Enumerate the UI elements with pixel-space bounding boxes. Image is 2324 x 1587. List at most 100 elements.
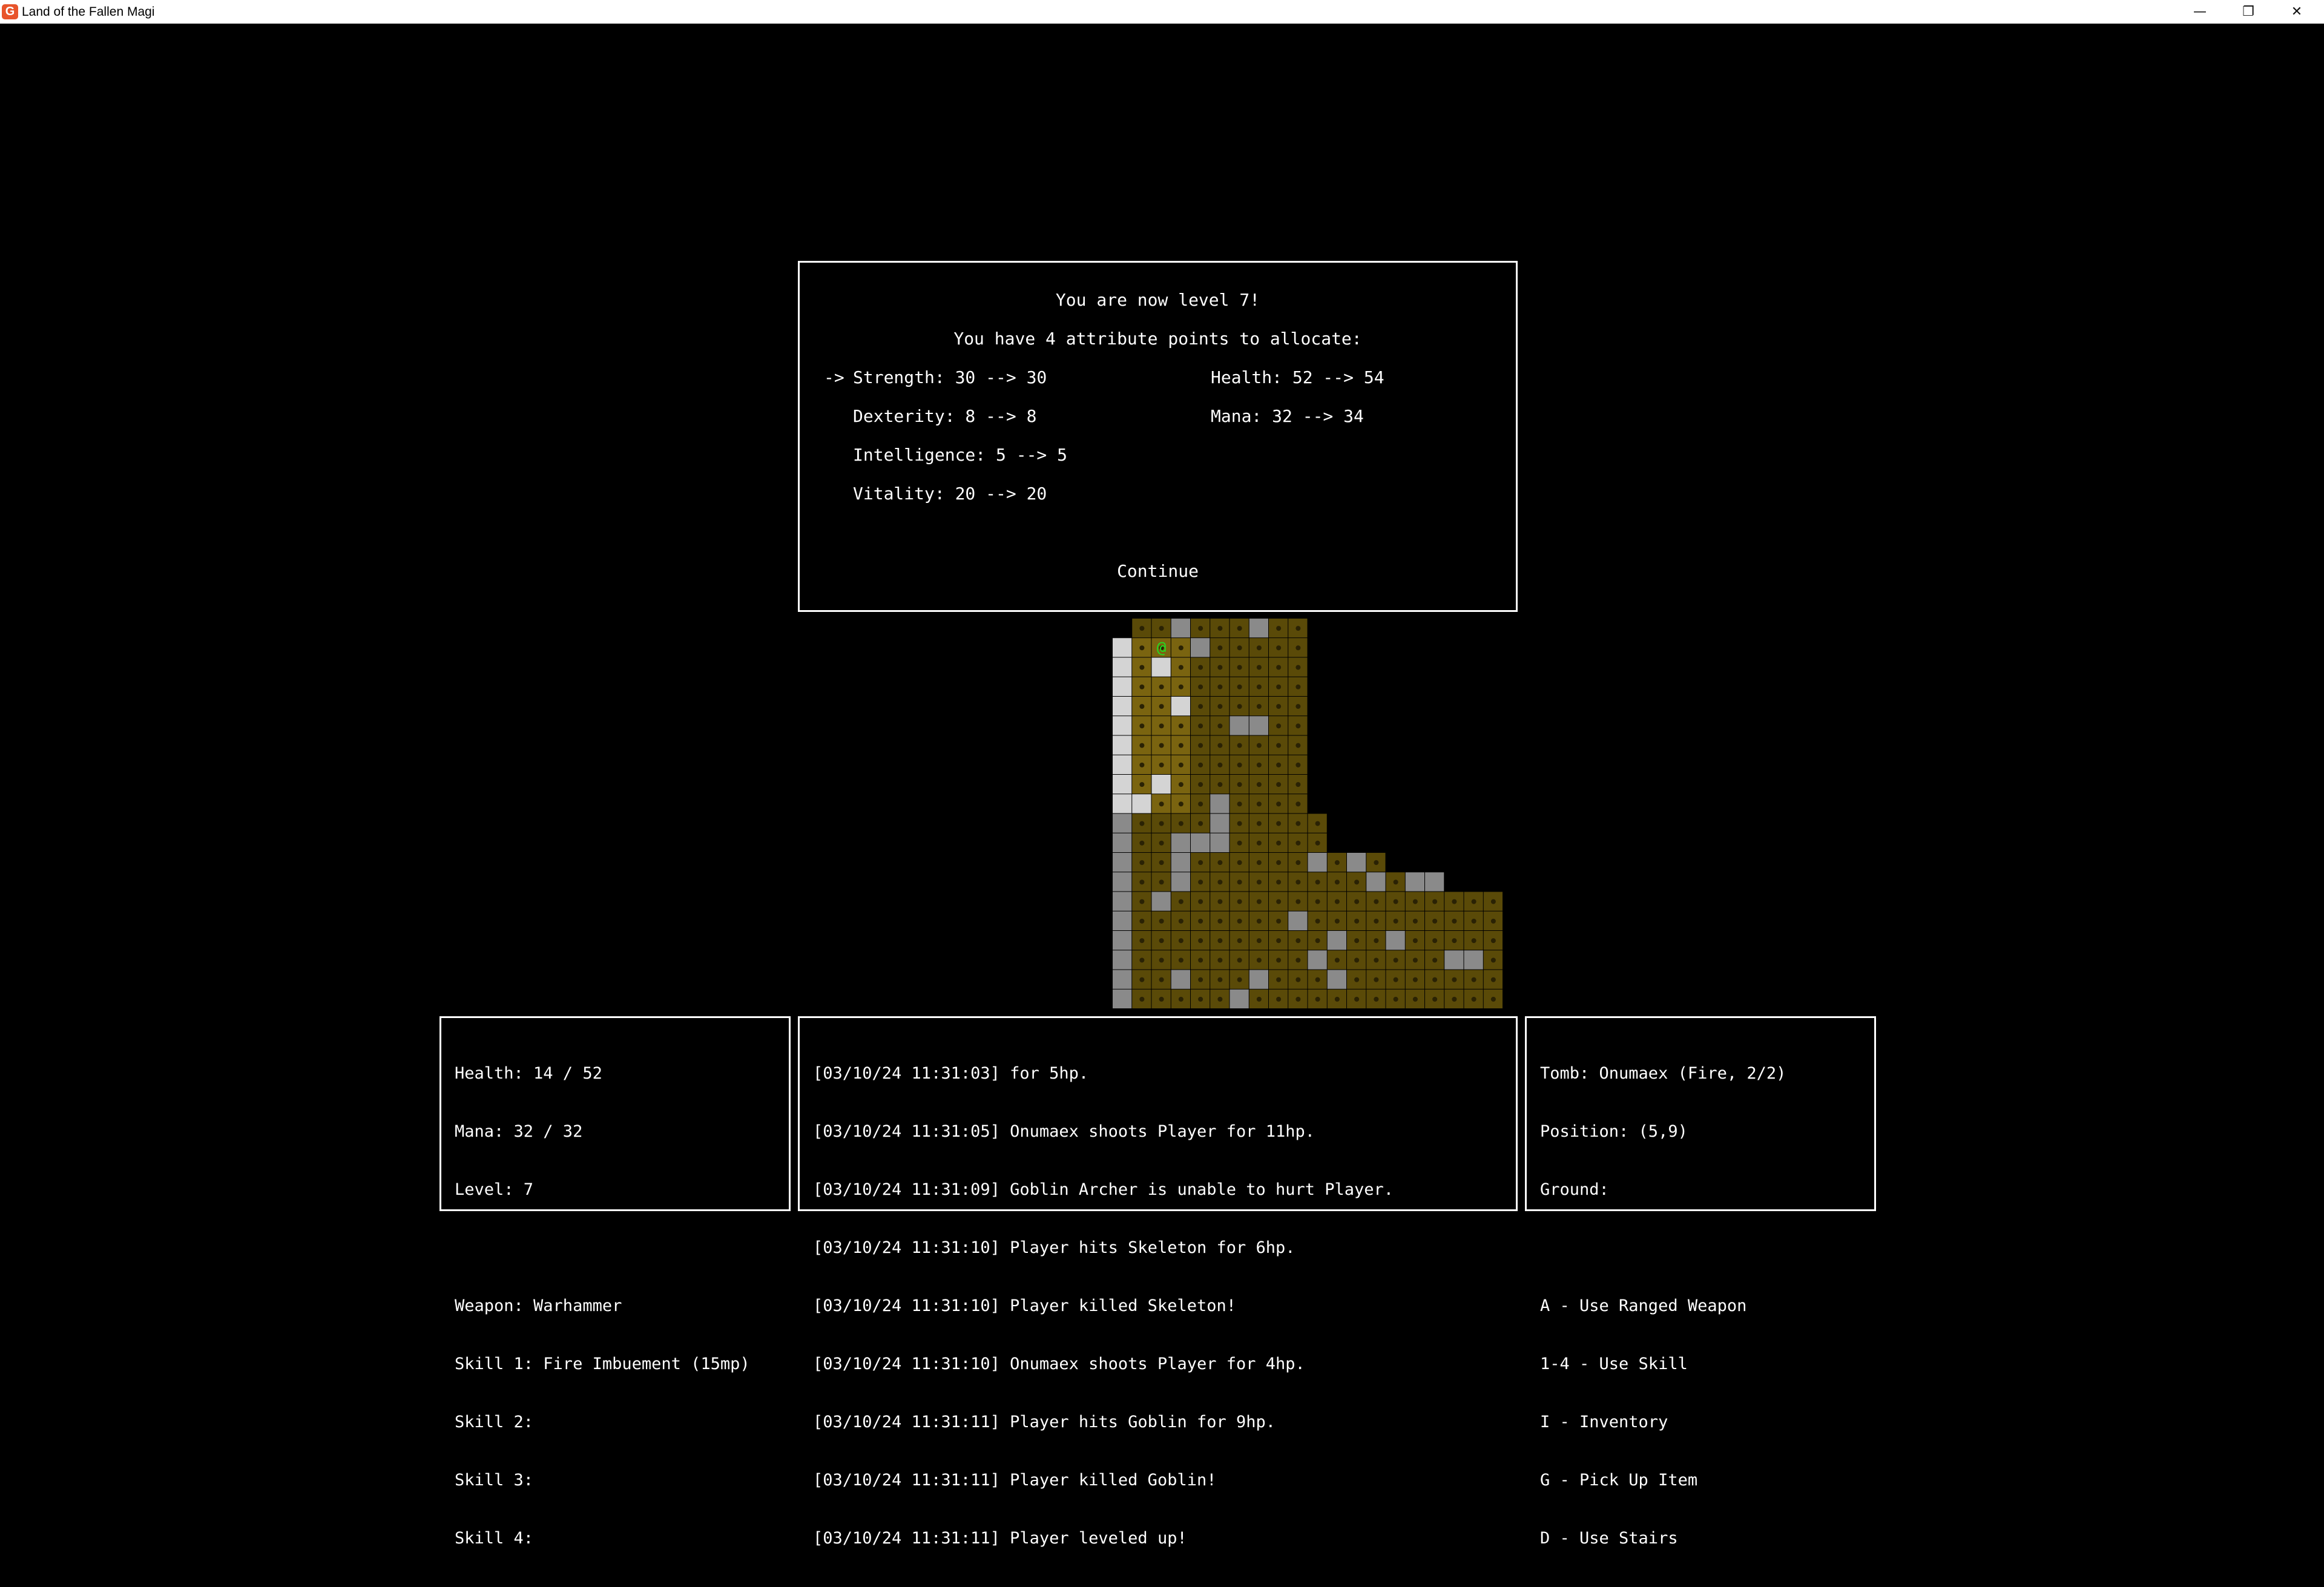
- map-floor-pattern: [1276, 626, 1282, 631]
- map-floor-pattern: [1452, 918, 1457, 924]
- map-wall-tile: [1366, 872, 1386, 892]
- map-floor-pattern: [1334, 996, 1340, 1002]
- info-panel: Tomb: Onumaex (Fire, 2/2) Position: (5,9…: [1525, 1016, 1876, 1548]
- map-wall-tile: [1249, 970, 1268, 989]
- map-wall-tile: [1151, 657, 1171, 677]
- map-floor-pattern: [1217, 684, 1223, 689]
- map-floor-pattern: [1256, 821, 1262, 826]
- level-up-heading: You are now level 7!: [1055, 290, 1260, 310]
- map-floor-pattern: [1276, 743, 1282, 748]
- map-floor-pattern: [1217, 762, 1223, 767]
- map-wall-tile: [1151, 775, 1171, 794]
- map-floor-pattern: [1256, 704, 1262, 709]
- selection-cursor: ->: [824, 367, 844, 387]
- map-floor-pattern: [1276, 958, 1282, 963]
- map-floor-pattern: [1374, 958, 1379, 963]
- map-wall-tile: [1113, 813, 1132, 833]
- map-floor-pattern: [1217, 899, 1223, 904]
- map-floor-pattern: [1139, 645, 1145, 651]
- minimize-icon[interactable]: —: [2176, 0, 2224, 24]
- map-floor-pattern: [1178, 996, 1183, 1002]
- map-floor-pattern: [1256, 840, 1262, 846]
- map-floor-pattern: [1315, 899, 1320, 904]
- log-line: [03/10/24 11:31:11] Player hits Goblin f…: [813, 1413, 1276, 1431]
- log-line: [03/10/24 11:31:11] Player leveled up!: [813, 1529, 1187, 1548]
- status-skill-3: Skill 3:: [455, 1471, 534, 1490]
- map-floor-pattern: [1237, 645, 1242, 651]
- map-floor-pattern: [1295, 704, 1301, 709]
- map-wall-tile: [1113, 950, 1132, 970]
- map-floor-pattern: [1354, 918, 1360, 924]
- map-floor-pattern: [1471, 899, 1476, 904]
- close-icon[interactable]: ✕: [2273, 0, 2321, 24]
- map-floor-pattern: [1178, 899, 1183, 904]
- map-floor-pattern: [1354, 899, 1360, 904]
- map-floor-pattern: [1217, 879, 1223, 885]
- map-floor-pattern: [1374, 899, 1379, 904]
- map-floor-pattern: [1198, 879, 1203, 885]
- map-floor-pattern: [1374, 860, 1379, 866]
- map-floor-pattern: [1198, 723, 1203, 729]
- map-floor-pattern: [1295, 801, 1301, 807]
- map-floor-pattern: [1432, 899, 1438, 904]
- map-floor-pattern: [1334, 879, 1340, 885]
- attribute-intelligence[interactable]: Intelligence: 5 --> 5: [853, 445, 1067, 465]
- map-floor-pattern: [1452, 938, 1457, 944]
- map-floor-pattern: [1198, 860, 1203, 866]
- status-spacer: [455, 1238, 750, 1258]
- map-wall-tile: [1288, 911, 1308, 930]
- level-up-dialog: You are now level 7! You have 4 attribut…: [798, 261, 1518, 612]
- map-wall-tile: [1113, 833, 1132, 852]
- map-floor-pattern: [1217, 938, 1223, 944]
- map-wall-tile: [1229, 989, 1249, 1008]
- map-floor-pattern: [1217, 996, 1223, 1002]
- map-floor-pattern: [1334, 860, 1340, 866]
- attribute-vitality[interactable]: Vitality: 20 --> 20: [853, 484, 1047, 504]
- map-floor-pattern: [1139, 879, 1145, 885]
- map-floor-pattern: [1139, 918, 1145, 924]
- attribute-dexterity[interactable]: Dexterity: 8 --> 8: [853, 406, 1036, 427]
- map-floor-pattern: [1139, 977, 1145, 982]
- map-floor-pattern: [1217, 723, 1223, 729]
- map-floor-pattern: [1198, 743, 1203, 748]
- map-floor-pattern: [1139, 899, 1145, 904]
- map-floor-pattern: [1237, 958, 1242, 963]
- map-floor-pattern: [1393, 977, 1398, 982]
- map-wall-tile: [1113, 638, 1132, 657]
- map-floor-pattern: [1217, 918, 1223, 924]
- map-floor-pattern: [1295, 723, 1301, 729]
- map-floor-pattern: [1178, 821, 1183, 826]
- map-floor-pattern: [1178, 723, 1183, 729]
- map-floor-pattern: [1198, 899, 1203, 904]
- map-floor-pattern: [1217, 860, 1223, 866]
- log-line: [03/10/24 11:31:05] Onumaex shoots Playe…: [813, 1122, 1315, 1141]
- map-floor-pattern: [1139, 938, 1145, 944]
- map-floor-pattern: [1159, 704, 1164, 709]
- control-use-stairs: D - Use Stairs: [1540, 1529, 1678, 1548]
- map-floor-pattern: [1334, 958, 1340, 963]
- map-floor-pattern: [1217, 743, 1223, 748]
- map-wall-tile: [1308, 853, 1327, 872]
- map-floor-pattern: [1139, 958, 1145, 963]
- message-log-panel: [03/10/24 11:31:03] for 5hp. [03/10/24 1…: [798, 1016, 1518, 1548]
- map-floor-pattern: [1256, 958, 1262, 963]
- map-floor-pattern: [1159, 958, 1164, 963]
- map-floor-pattern: [1237, 684, 1242, 689]
- restore-icon[interactable]: ❐: [2224, 0, 2273, 24]
- map-floor-pattern: [1198, 958, 1203, 963]
- map-floor-pattern: [1139, 704, 1145, 709]
- map-floor-pattern: [1256, 899, 1262, 904]
- map-wall-tile: [1308, 950, 1327, 970]
- map-wall-tile: [1327, 970, 1346, 989]
- map-floor-pattern: [1295, 665, 1301, 670]
- map-wall-tile: [1113, 657, 1132, 677]
- status-weapon: Weapon: Warhammer: [455, 1296, 622, 1315]
- attribute-strength[interactable]: Strength: 30 --> 30: [853, 367, 1047, 388]
- log-line: [03/10/24 11:31:10] Player killed Skelet…: [813, 1296, 1236, 1315]
- map-floor-pattern: [1490, 996, 1496, 1002]
- map-floor-pattern: [1178, 645, 1183, 651]
- map-floor-pattern: [1256, 918, 1262, 924]
- continue-button[interactable]: Continue: [800, 561, 1516, 582]
- map-floor-pattern: [1139, 723, 1145, 729]
